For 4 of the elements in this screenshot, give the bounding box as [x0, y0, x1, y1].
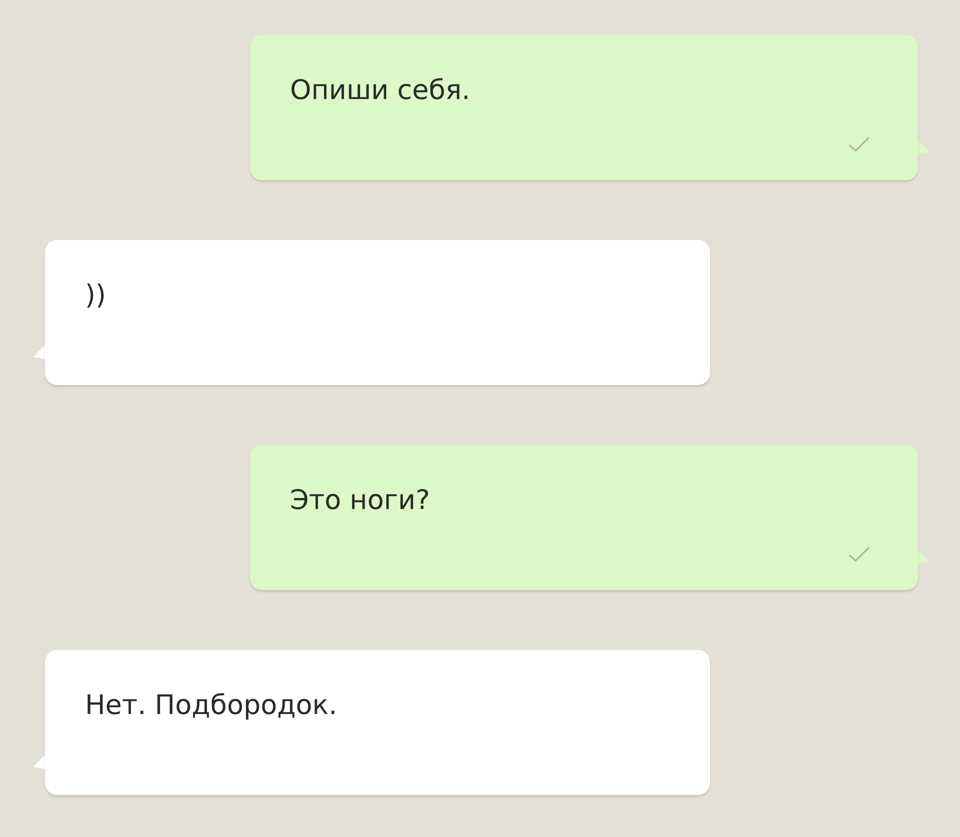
message-text: Это ноги? — [290, 485, 430, 516]
message-text: Опиши себя. — [290, 75, 470, 106]
message-text: )) — [85, 280, 106, 311]
message-text: Нет. Подбородок. — [85, 690, 338, 721]
